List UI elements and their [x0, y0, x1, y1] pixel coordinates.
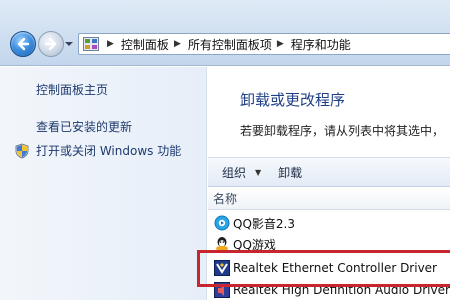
main-content: 卸载或更改程序 若要卸载程序，请从列表中将其选中， 组织 ▼ 卸载 名称 QQ影…	[208, 67, 450, 300]
qqplayer-icon	[214, 215, 230, 231]
page-instructions: 若要卸载程序，请从列表中将其选中，	[240, 124, 445, 138]
breadcrumb-programs-features[interactable]: 程序和功能	[291, 36, 351, 53]
breadcrumb-all-items[interactable]: 所有控制面板项	[188, 36, 272, 53]
uninstall-label: 卸载	[278, 165, 303, 180]
program-name: QQ游戏	[233, 237, 276, 252]
breadcrumb-separator-icon[interactable]: ▶	[174, 39, 181, 49]
realtek-audio-icon	[214, 282, 230, 298]
breadcrumb-separator-icon[interactable]: ▶	[107, 39, 114, 49]
view-installed-updates-link[interactable]: 查看已安装的更新	[36, 118, 132, 135]
windows-features-link[interactable]: 打开或关闭 Windows 功能	[14, 142, 181, 159]
address-bar[interactable]: ▶ 控制面板 ▶ 所有控制面板项 ▶ 程序和功能	[78, 33, 450, 55]
list-item[interactable]: Realtek Ethernet Controller Driver	[208, 257, 450, 279]
program-name: Realtek Ethernet Controller Driver	[233, 261, 437, 275]
column-header-name[interactable]: 名称	[208, 188, 450, 210]
link-label: 查看已安装的更新	[36, 120, 133, 134]
forward-arrow-icon	[44, 37, 57, 51]
left-navigation-pane: 控制面板主页 查看已安装的更新 打开或关闭 Windows 功能	[0, 67, 207, 300]
link-label: 打开或关闭 Windows 功能	[36, 144, 182, 158]
back-arrow-icon	[17, 37, 30, 51]
organize-button[interactable]: 组织 ▼	[222, 164, 261, 181]
page-title: 卸载或更改程序	[240, 91, 346, 109]
breadcrumb-control-panel[interactable]: 控制面板	[121, 36, 169, 53]
dropdown-arrow-icon: ▼	[255, 167, 262, 177]
program-name: Realtek High Definition Audio Driver	[233, 283, 450, 297]
organize-label: 组织	[222, 165, 247, 180]
program-name: QQ影音2.3	[233, 216, 295, 231]
back-button[interactable]	[10, 31, 36, 57]
uninstall-button[interactable]: 卸载	[278, 164, 302, 181]
uac-shield-icon	[15, 143, 29, 158]
recent-pages-dropdown-icon[interactable]	[64, 39, 74, 49]
window-header: ▶ 控制面板 ▶ 所有控制面板项 ▶ 程序和功能	[0, 0, 450, 66]
breadcrumb-separator-icon[interactable]: ▶	[277, 39, 284, 49]
list-item[interactable]: QQ游戏	[208, 233, 450, 255]
column-header-label: 名称	[213, 192, 238, 206]
list-item[interactable]: QQ影音2.3	[208, 212, 450, 234]
link-label: 控制面板主页	[36, 83, 109, 97]
control-panel-icon	[83, 37, 99, 51]
list-item[interactable]: Realtek High Definition Audio Driver	[208, 279, 450, 300]
realtek-icon	[214, 260, 230, 276]
control-panel-home-link[interactable]: 控制面板主页	[36, 81, 108, 98]
qqgame-icon	[216, 237, 228, 252]
forward-button[interactable]	[38, 31, 64, 57]
command-toolbar: 组织 ▼ 卸载	[208, 157, 450, 187]
